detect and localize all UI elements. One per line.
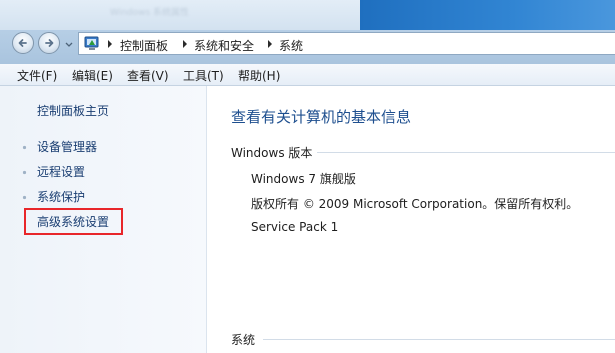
breadcrumb-separator-icon[interactable] (181, 39, 189, 49)
remote-settings-link[interactable]: 远程设置 (37, 163, 85, 180)
forward-button[interactable] (38, 32, 60, 54)
bullet-icon (22, 195, 27, 200)
system-heading: 系统 (231, 333, 256, 347)
copyright-text: 版权所有 © 2009 Microsoft Corporation。保留所有权利… (251, 197, 579, 211)
menu-file[interactable]: 文件(F) (17, 67, 57, 84)
window-titlebar: Windows 系统属性 控制面板 系统和安全 系统 (0, 0, 615, 64)
control-panel-icon (84, 36, 99, 50)
bullet-icon (22, 145, 27, 150)
address-bar[interactable]: 控制面板 系统和安全 系统 (78, 32, 615, 55)
system-protection-link[interactable]: 系统保护 (37, 188, 85, 205)
highlight-annotation (24, 208, 123, 235)
control-panel-home-link[interactable]: 控制面板主页 (37, 102, 109, 119)
page-title: 查看有关计算机的基本信息 (231, 108, 412, 126)
breadcrumb-separator-icon[interactable] (106, 39, 114, 49)
section-divider (317, 152, 615, 153)
recent-pages-button[interactable] (64, 38, 74, 48)
menu-edit[interactable]: 编辑(E) (72, 67, 113, 84)
menu-help[interactable]: 帮助(H) (238, 67, 280, 84)
menu-bar: 文件(F) 编辑(E) 查看(V) 工具(T) 帮助(H) (0, 64, 615, 86)
window-title: Windows 系统属性 (110, 8, 190, 18)
service-pack-value: Service Pack 1 (251, 220, 339, 234)
menu-tools[interactable]: 工具(T) (183, 67, 224, 84)
bullet-icon (22, 170, 27, 175)
main-content: 查看有关计算机的基本信息 Windows 版本 Windows 7 旗舰版 版权… (207, 86, 615, 353)
back-button[interactable] (12, 32, 34, 54)
breadcrumb-system[interactable]: 系统 (279, 37, 303, 54)
section-divider (263, 339, 615, 340)
breadcrumb-system-security[interactable]: 系统和安全 (194, 37, 254, 54)
breadcrumb-control-panel[interactable]: 控制面板 (120, 37, 168, 54)
menu-view[interactable]: 查看(V) (127, 67, 169, 84)
windows-edition-heading: Windows 版本 (231, 146, 313, 160)
breadcrumb-separator-icon[interactable] (266, 39, 274, 49)
forward-arrow-icon (45, 39, 54, 47)
chevron-down-icon (65, 42, 73, 47)
windows-edition-value: Windows 7 旗舰版 (251, 172, 356, 186)
device-manager-link[interactable]: 设备管理器 (37, 138, 97, 155)
titlebar-right-glass (360, 0, 615, 30)
back-arrow-icon (18, 39, 27, 47)
